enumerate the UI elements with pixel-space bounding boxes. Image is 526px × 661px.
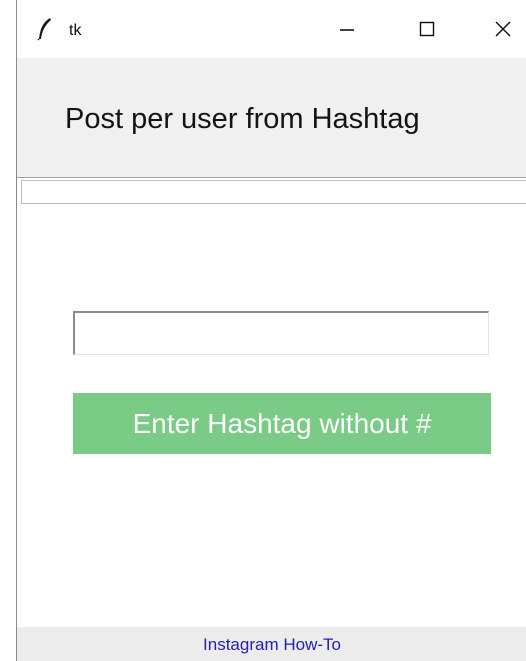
- hashtag-input[interactable]: [73, 311, 489, 355]
- maximize-button[interactable]: [403, 8, 451, 50]
- separator-frame: [21, 180, 526, 204]
- minimize-button[interactable]: [323, 8, 371, 50]
- window-title: tk: [69, 22, 82, 39]
- footer-bar: Instagram How-To: [17, 627, 526, 661]
- title-bar[interactable]: tk: [17, 0, 526, 58]
- page-title: Post per user from Hashtag: [65, 103, 420, 135]
- instagram-how-to-link[interactable]: Instagram How-To: [17, 635, 526, 655]
- app-window: tk Post per user from Hashtag Enter Hash…: [16, 0, 526, 661]
- enter-hashtag-button[interactable]: Enter Hashtag without #: [73, 393, 491, 454]
- screen: tk Post per user from Hashtag Enter Hash…: [0, 0, 526, 661]
- minimize-icon: [340, 29, 354, 31]
- feather-icon: [37, 18, 51, 41]
- header-panel: Post per user from Hashtag: [17, 58, 526, 178]
- close-button[interactable]: [479, 8, 526, 50]
- maximize-icon: [419, 21, 435, 37]
- close-icon: [495, 21, 511, 37]
